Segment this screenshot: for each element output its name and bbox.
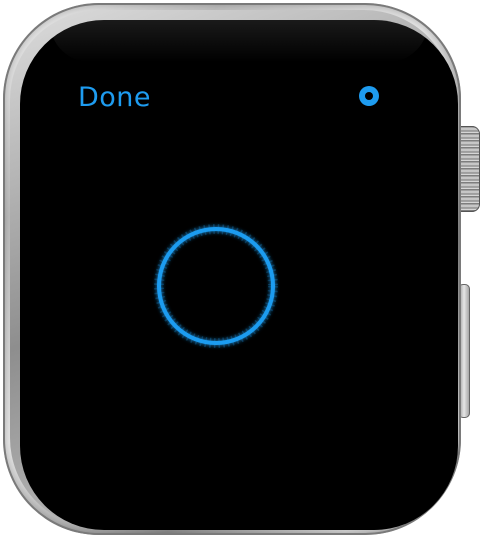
watch-frame: Done [0,0,486,540]
done-button[interactable]: Done [78,82,151,113]
ring-outline [157,227,275,345]
listening-ring-icon [154,224,278,348]
record-dot-icon [359,86,379,106]
